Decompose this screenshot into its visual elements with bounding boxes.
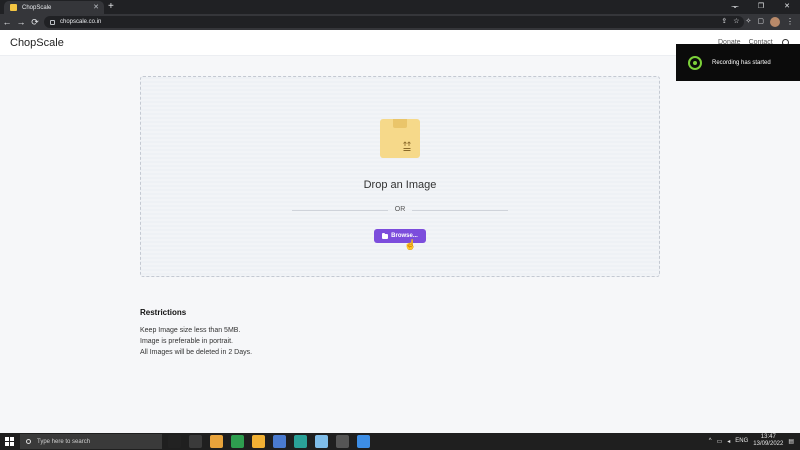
folder-icon: [382, 232, 389, 239]
toast-message: Recording has started: [712, 59, 771, 66]
browse-button[interactable]: Browse...: [374, 229, 426, 243]
share-icon[interactable]: ⇪: [721, 16, 727, 28]
windows-taskbar: Type here to search ^ ▭ ◂ ENG 13:47 13/0…: [0, 433, 800, 450]
bookmark-star-icon[interactable]: ☆: [733, 16, 739, 28]
lock-icon[interactable]: [50, 19, 55, 25]
drop-title: Drop an Image: [363, 179, 437, 191]
recording-icon: [688, 55, 702, 70]
restriction-item: Keep Image size less than 5MB.: [140, 327, 241, 334]
restrictions-heading: Restrictions: [140, 308, 187, 317]
network-icon[interactable]: ▭: [717, 438, 723, 445]
window-controls: — ❐ ✕: [722, 1, 800, 13]
clock-time: 13:47: [760, 434, 776, 440]
system-tray: ^ ▭ ◂ ENG 13:47 13/09/2022 ▤: [709, 434, 794, 448]
notifications-icon[interactable]: ▤: [788, 438, 794, 445]
taskbar-app-icon[interactable]: [252, 435, 265, 448]
tray-chevron-icon[interactable]: ^: [709, 438, 712, 444]
divider-right: [412, 210, 508, 211]
taskbar-app-icon[interactable]: [168, 435, 181, 448]
taskbar-app-icon[interactable]: [357, 435, 370, 448]
reload-button[interactable]: ⟳: [28, 15, 42, 29]
side-panel-icon[interactable]: ▢: [757, 16, 764, 28]
favicon-icon: [10, 4, 17, 11]
windows-start-icon[interactable]: [5, 437, 14, 446]
taskbar-app-icon[interactable]: [210, 435, 223, 448]
new-tab-button[interactable]: +: [108, 1, 114, 13]
close-tab-icon[interactable]: ✕: [93, 4, 99, 11]
taskbar-apps: [168, 435, 370, 448]
language-indicator[interactable]: ENG: [735, 438, 748, 444]
extensions-icon[interactable]: ✧: [746, 16, 752, 28]
browser-tabstrip: ChopScale ✕ + ⌄ — ❐ ✕: [0, 0, 800, 14]
or-separator: OR: [394, 206, 406, 213]
divider-left: [292, 210, 388, 211]
taskbar-app-icon[interactable]: [315, 435, 328, 448]
close-window-button[interactable]: ✕: [774, 1, 800, 13]
profile-avatar[interactable]: [770, 17, 780, 27]
package-box-icon: [380, 119, 420, 158]
restriction-item: Image is preferable in portrait.: [140, 338, 233, 345]
recording-toast: Recording has started: [676, 44, 800, 81]
hand-pointer-icon: ☝: [404, 240, 417, 251]
browser-menu-icon[interactable]: ⋮: [786, 16, 794, 28]
back-button[interactable]: ←: [0, 15, 14, 29]
search-icon: [26, 439, 31, 444]
search-placeholder: Type here to search: [37, 438, 91, 445]
taskbar-search-box[interactable]: Type here to search: [20, 434, 162, 449]
taskbar-app-icon[interactable]: [189, 435, 202, 448]
browse-label: Browse...: [391, 233, 418, 239]
minimize-button[interactable]: —: [722, 1, 748, 13]
taskbar-app-icon[interactable]: [294, 435, 307, 448]
browser-toolbar: ← → ⟳ chopscale.co.in ⇪ ☆ ✧ ▢ ⋮: [0, 14, 800, 30]
volume-icon[interactable]: ◂: [727, 438, 730, 445]
tab-title: ChopScale: [22, 4, 52, 11]
url-text: chopscale.co.in: [60, 19, 102, 25]
taskbar-app-icon[interactable]: [336, 435, 349, 448]
restriction-item: All Images will be deleted in 2 Days.: [140, 349, 253, 356]
system-clock[interactable]: 13:47 13/09/2022: [753, 434, 783, 448]
taskbar-app-icon[interactable]: [273, 435, 286, 448]
restore-button[interactable]: ❐: [748, 1, 774, 13]
forward-button[interactable]: →: [14, 15, 28, 29]
tab-chopscale[interactable]: ChopScale ✕: [4, 1, 104, 14]
address-bar[interactable]: chopscale.co.in: [44, 16, 744, 28]
taskbar-app-icon[interactable]: [231, 435, 244, 448]
restrictions-list: Keep Image size less than 5MB. Image is …: [140, 325, 252, 358]
brand-logo[interactable]: ChopScale: [10, 37, 64, 49]
clock-date: 13/09/2022: [753, 441, 784, 447]
image-drop-zone[interactable]: [140, 76, 660, 277]
toolbar-actions: ⇪ ☆ ✧ ▢ ⋮: [721, 16, 794, 28]
